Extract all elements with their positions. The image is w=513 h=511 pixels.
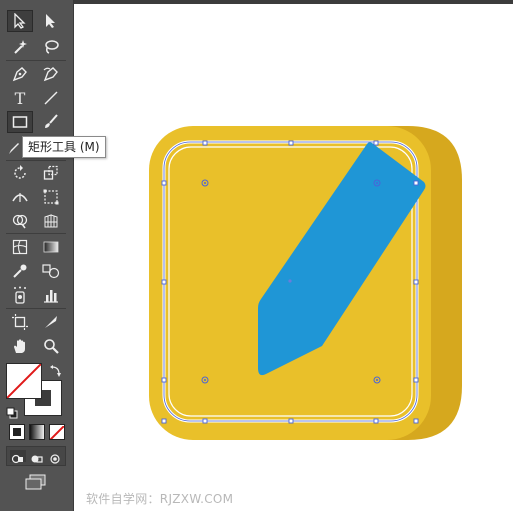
pen-icon: [12, 67, 27, 82]
paintbrush-tool-button[interactable]: [38, 111, 64, 133]
free-transform-tool-button[interactable]: [38, 186, 64, 208]
anchor-point: [413, 418, 419, 424]
center-point: [288, 279, 292, 283]
tool-separator: [6, 60, 66, 61]
direct-selection-arrow-icon: [46, 14, 55, 28]
symbol-sprayer-tool-button[interactable]: [7, 284, 33, 306]
perspective-grid-tool-button[interactable]: [38, 210, 64, 232]
perspective-grid-icon: [44, 214, 58, 228]
anchor-point: [288, 140, 294, 146]
draw-mode-group: [6, 446, 66, 466]
none-mode-button[interactable]: [49, 424, 65, 440]
draw-normal-icon: [11, 454, 23, 464]
swap-arrows-icon: [50, 365, 61, 377]
scale-tool-button[interactable]: [38, 162, 64, 184]
eyedropper-icon: [13, 264, 27, 278]
zoom-tool-button[interactable]: [38, 335, 64, 357]
slice-tool-button[interactable]: [38, 311, 64, 333]
pen-tool-button[interactable]: [7, 63, 33, 85]
eyedropper-tool-button[interactable]: [7, 260, 33, 282]
gradient-mode-button[interactable]: [29, 424, 45, 440]
anchor-point: [161, 418, 167, 424]
direct-selection-tool-button[interactable]: [38, 10, 64, 32]
blend-icon: [42, 264, 60, 279]
mesh-tool-button[interactable]: [7, 236, 33, 258]
pencil-tool-button[interactable]: [7, 137, 21, 159]
artboard-icon: [12, 314, 28, 330]
line-tool-button[interactable]: [38, 87, 64, 109]
none-slash-icon: [7, 364, 41, 398]
selection-tool-button[interactable]: [7, 10, 33, 32]
anchor-point: [288, 418, 294, 424]
tool-separator: [6, 233, 66, 234]
tool-separator: [6, 308, 66, 309]
lasso-tool-button[interactable]: [38, 36, 64, 58]
anchor-point: [161, 377, 167, 383]
gradient-icon: [43, 241, 59, 253]
hand-tool-button[interactable]: [7, 335, 33, 357]
swap-fill-stroke-button[interactable]: [50, 362, 62, 377]
blend-tool-button[interactable]: [38, 260, 64, 282]
column-graph-icon: [44, 290, 58, 303]
width-icon: [12, 193, 28, 202]
anchor-point: [413, 180, 419, 186]
anchor-point: [202, 140, 208, 146]
anchor-point: [373, 418, 379, 424]
mesh-icon: [12, 239, 28, 255]
anchor-point: [413, 377, 419, 383]
magic-wand-icon: [14, 40, 27, 54]
draw-behind-icon: [31, 455, 43, 463]
shape-builder-tool-button[interactable]: [7, 210, 33, 232]
column-graph-tool-button[interactable]: [38, 284, 64, 306]
width-tool-button[interactable]: [7, 186, 33, 208]
draw-inside-icon: [50, 454, 60, 464]
screen-mode-icon: [25, 474, 46, 490]
magic-wand-tool-button[interactable]: [7, 36, 33, 58]
curvature-pen-icon: [43, 67, 58, 82]
gradient-tool-button[interactable]: [38, 236, 64, 258]
selection-arrow-icon: [14, 13, 26, 29]
free-transform-icon: [43, 189, 59, 205]
tool-separator: [6, 160, 66, 161]
anchor-point: [161, 180, 167, 186]
solid-color-icon: [13, 428, 21, 436]
shape-builder-icon: [12, 214, 28, 229]
rotate-tool-button[interactable]: [7, 162, 33, 184]
hand-icon: [14, 339, 25, 353]
anchor-point: [413, 279, 419, 285]
line-segment-icon: [44, 91, 58, 105]
default-colors-icon: [6, 407, 18, 419]
watermark-text: 软件自学网：RJZXW.COM: [86, 492, 234, 506]
anchor-point: [161, 279, 167, 285]
symbol-sprayer-icon: [14, 286, 26, 304]
tools-panel: T: [0, 0, 74, 511]
default-fill-stroke-button[interactable]: [6, 404, 18, 419]
artboard-canvas[interactable]: [74, 4, 513, 511]
screen-mode-button[interactable]: [25, 474, 47, 490]
draw-behind-button[interactable]: [29, 450, 45, 463]
zoom-icon: [44, 339, 59, 354]
none-slash-icon: [50, 425, 64, 439]
type-tool-button[interactable]: T: [7, 87, 33, 109]
anchor-point: [202, 418, 208, 424]
pencil-icon: [9, 143, 19, 154]
rectangle-icon: [12, 116, 28, 128]
draw-inside-button[interactable]: [48, 450, 64, 464]
scale-icon: [43, 165, 58, 180]
lasso-icon: [45, 40, 59, 54]
artboard-tool-button[interactable]: [7, 311, 33, 333]
curvature-tool-button[interactable]: [38, 63, 64, 85]
slice-icon: [45, 316, 57, 328]
color-mode-button[interactable]: [9, 424, 25, 440]
draw-normal-button[interactable]: [10, 450, 26, 464]
paintbrush-icon: [45, 114, 58, 128]
rectangle-tool-button[interactable]: [7, 111, 33, 133]
rotate-icon: [14, 165, 26, 179]
anchor-point: [373, 140, 379, 146]
fill-swatch[interactable]: [6, 363, 42, 399]
type-icon: T: [14, 88, 26, 108]
